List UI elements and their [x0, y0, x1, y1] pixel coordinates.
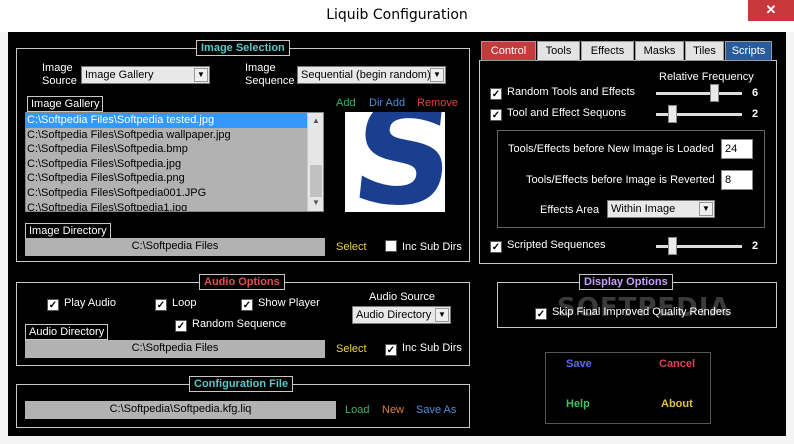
skip-final-renders-checkbox[interactable]: ✓ Skip Final Improved Quality Renders [535, 306, 731, 320]
image-gallery-list[interactable]: C:\Softpedia Files\Softpedia tested.jpg C… [25, 112, 324, 212]
audio-options-legend: Audio Options [199, 274, 285, 290]
load-link[interactable]: Load [345, 404, 369, 416]
slider-track [656, 92, 742, 95]
scripted-sequences-slider[interactable] [656, 236, 742, 256]
window-frame-left [0, 32, 8, 444]
image-directory-label: Image Directory [25, 223, 111, 239]
scroll-down-icon[interactable]: ▼ [308, 195, 323, 211]
checkmark-icon: ✓ [490, 88, 502, 100]
audio-inc-sub-dirs-checkbox[interactable]: ✓ Inc Sub Dirs [385, 342, 462, 356]
checkmark-icon: ✓ [175, 320, 187, 332]
chevron-down-icon: ▼ [435, 308, 449, 322]
dir-add-link[interactable]: Dir Add [369, 97, 405, 109]
list-item[interactable]: C:\Softpedia Files\Softpedia.png [26, 171, 323, 186]
image-select-link[interactable]: Select [336, 241, 367, 253]
close-button[interactable]: ✕ [748, 0, 794, 21]
about-button[interactable]: About [661, 398, 693, 410]
list-item[interactable]: C:\Softpedia Files\Softpedia1.jpg [26, 201, 323, 211]
window-frame-right [786, 32, 794, 444]
scripted-sequences-checkbox[interactable]: ✓ Scripted Sequences [490, 239, 605, 253]
title-bar: Liquib Configuration ✕ [0, 0, 794, 32]
add-link[interactable]: Add [336, 97, 356, 109]
scroll-up-icon[interactable]: ▲ [308, 113, 323, 129]
loop-checkbox[interactable]: ✓ Loop [155, 297, 196, 311]
image-preview: S [345, 112, 445, 212]
window-frame-bottom [0, 436, 794, 444]
tab-tiles[interactable]: Tiles [685, 41, 724, 61]
relative-frequency-label: Relative Frequency [659, 71, 754, 83]
display-options-legend: Display Options [579, 274, 673, 290]
effects-area-select[interactable]: Within Image ▼ [607, 200, 715, 218]
effects-area-label: Effects Area [540, 204, 600, 216]
save-as-link[interactable]: Save As [416, 404, 456, 416]
list-item[interactable]: C:\Softpedia Files\Softpedia wallpaper.j… [26, 128, 323, 143]
image-source-select[interactable]: Image Gallery ▼ [81, 66, 210, 84]
random-tools-value: 6 [752, 87, 759, 99]
list-scrollbar[interactable]: ▲ ▼ [307, 113, 323, 211]
image-inc-sub-dirs-checkbox[interactable]: Inc Sub Dirs [385, 240, 462, 253]
image-directory-field[interactable]: C:\Softpedia Files [25, 238, 325, 256]
audio-select-link[interactable]: Select [336, 343, 367, 355]
tab-control[interactable]: Control [481, 41, 536, 61]
image-source-value: Image Gallery [85, 69, 154, 81]
image-gallery-label: Image Gallery [27, 96, 104, 112]
audio-source-value: Audio Directory [356, 309, 432, 321]
random-sequence-checkbox[interactable]: ✓ Random Sequence [175, 318, 286, 332]
show-player-checkbox[interactable]: ✓ Show Player [241, 297, 320, 311]
checkmark-icon: ✓ [535, 308, 547, 320]
chevron-down-icon: ▼ [430, 68, 444, 82]
audio-directory-field[interactable]: C:\Softpedia Files [25, 340, 325, 358]
checkmark-icon: ✓ [385, 344, 397, 356]
image-sequence-select[interactable]: Sequential (begin random) ▼ [297, 66, 446, 84]
help-button[interactable]: Help [566, 398, 590, 410]
preview-glyph: S [345, 112, 445, 212]
image-selection-legend: Image Selection [196, 40, 290, 56]
slider-knob[interactable] [710, 84, 719, 102]
tool-sequences-checkbox[interactable]: ✓ Tool and Effect Sequons [490, 107, 626, 121]
before-new-image-input[interactable]: 24 [721, 139, 753, 159]
window-title: Liquib Configuration [326, 7, 468, 23]
cancel-button[interactable]: Cancel [659, 358, 695, 370]
tool-sequences-value: 2 [752, 108, 759, 120]
audio-source-label: Audio Source [369, 291, 436, 303]
image-sequence-label: Image Sequence [245, 62, 295, 87]
effects-area-value: Within Image [611, 203, 676, 215]
configuration-file-legend: Configuration File [189, 376, 294, 392]
tab-effects[interactable]: Effects [581, 41, 634, 61]
list-item[interactable]: C:\Softpedia Files\Softpedia001.JPG [26, 186, 323, 201]
random-tools-slider[interactable] [656, 83, 742, 103]
new-link[interactable]: New [382, 404, 404, 416]
image-sequence-value: Sequential (begin random) [301, 69, 431, 81]
scripted-sequences-value: 2 [752, 240, 759, 252]
chevron-down-icon: ▼ [699, 202, 713, 216]
list-item[interactable]: C:\Softpedia Files\Softpedia.bmp [26, 142, 323, 157]
list-item[interactable]: C:\Softpedia Files\Softpedia tested.jpg [26, 113, 323, 128]
play-audio-checkbox[interactable]: ✓ Play Audio [47, 297, 116, 311]
audio-source-select[interactable]: Audio Directory ▼ [352, 306, 451, 324]
slider-knob[interactable] [668, 105, 677, 123]
tab-tools[interactable]: Tools [537, 41, 580, 61]
chevron-down-icon: ▼ [194, 68, 208, 82]
checkbox-icon [385, 240, 397, 252]
before-new-image-label: Tools/Effects before New Image is Loaded [508, 143, 714, 155]
checkmark-icon: ✓ [490, 109, 502, 121]
list-item[interactable]: C:\Softpedia Files\Softpedia.jpg [26, 157, 323, 172]
audio-directory-label: Audio Directory [25, 324, 109, 340]
checkmark-icon: ✓ [155, 299, 167, 311]
before-revert-input[interactable]: 8 [721, 170, 753, 190]
checkmark-icon: ✓ [47, 299, 59, 311]
slider-knob[interactable] [668, 237, 677, 255]
scroll-thumb[interactable] [310, 165, 322, 197]
tool-sequences-slider[interactable] [656, 104, 742, 124]
configuration-file-field[interactable]: C:\Softpedia\Softpedia.kfg.liq [25, 401, 336, 419]
tab-masks[interactable]: Masks [635, 41, 684, 61]
before-revert-label: Tools/Effects before Image is Reverted [526, 174, 715, 186]
save-button[interactable]: Save [566, 358, 592, 370]
tab-scripts[interactable]: Scripts [725, 41, 772, 61]
remove-link[interactable]: Remove [417, 97, 458, 109]
random-tools-checkbox[interactable]: ✓ Random Tools and Effects [490, 86, 635, 100]
checkmark-icon: ✓ [241, 299, 253, 311]
image-source-label: Image Source [42, 62, 77, 87]
checkmark-icon: ✓ [490, 241, 502, 253]
